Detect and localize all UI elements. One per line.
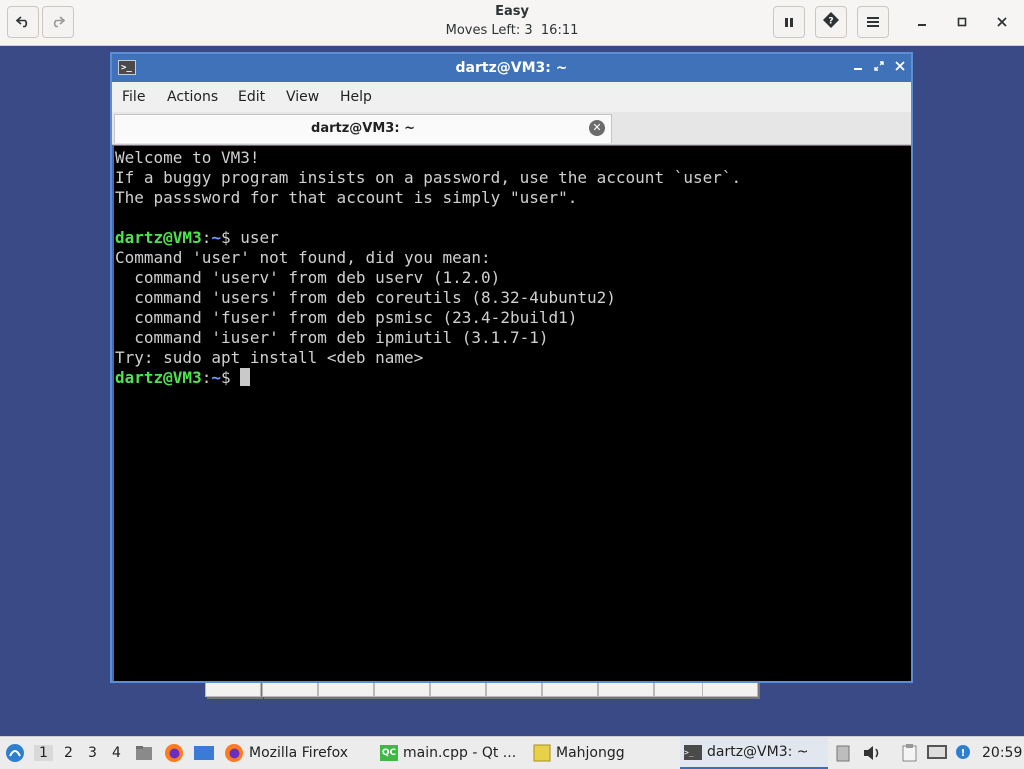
mahjongg-header-bar: Easy Moves Left: 3 16:11 ?: [0, 0, 1024, 46]
file-manager-icon: [136, 746, 152, 760]
output-line: Welcome to VM3!: [115, 148, 260, 167]
task-firefox[interactable]: Mozilla Firefox: [224, 737, 348, 769]
output-line: command 'fuser' from deb psmisc (23.4-2b…: [115, 308, 578, 327]
task-mahjongg[interactable]: Mahjongg: [533, 737, 625, 769]
game-timer: 16:11: [540, 23, 579, 38]
clipboard-icon: [836, 745, 850, 762]
terminal-tab[interactable]: dartz@VM3: ~ ✕: [114, 114, 612, 143]
clock[interactable]: 20:59: [982, 745, 1022, 761]
show-desktop-icon: [194, 746, 214, 760]
main-menu-button[interactable]: [857, 6, 889, 38]
taskbar: 1 2 3 4 Mozilla Firefox QC main.cpp - Qt…: [0, 736, 1024, 769]
moves-left-label: Moves Left:: [445, 23, 521, 38]
hint-button[interactable]: ?: [815, 6, 847, 38]
task-label: main.cpp - Qt ...: [403, 745, 517, 761]
file-manager-launcher[interactable]: [134, 743, 154, 767]
terminal-menubar: File Actions Edit View Help: [112, 82, 911, 112]
maximize-icon: [957, 17, 967, 27]
moves-left-value: 3: [524, 23, 533, 38]
minimize-icon: [854, 68, 862, 70]
output-line: Try: sudo apt install <deb name>: [115, 348, 424, 367]
prompt-user-host: dartz@VM3: [115, 228, 202, 247]
entered-command: user: [230, 228, 279, 247]
task-qt-creator[interactable]: QC main.cpp - Qt ...: [380, 737, 516, 769]
terminal-close-button[interactable]: [892, 60, 908, 76]
prompt-line: dartz@VM3:~$ user: [115, 228, 279, 247]
terminal-tabbar: dartz@VM3: ~ ✕: [112, 112, 911, 145]
pause-icon: [783, 13, 795, 32]
menu-edit[interactable]: Edit: [238, 89, 265, 105]
volume-icon: [864, 746, 879, 760]
workspace-1[interactable]: 1: [34, 745, 53, 761]
menu-actions[interactable]: Actions: [167, 89, 218, 105]
close-icon: [895, 61, 905, 71]
menu-view[interactable]: View: [286, 89, 319, 105]
output-line: The passsword for that account is simply…: [115, 188, 578, 207]
prompt-directory: ~: [211, 228, 221, 247]
output-line: If a buggy program insists on a password…: [115, 168, 742, 187]
menu-help[interactable]: Help: [340, 89, 372, 105]
window-close-button[interactable]: [990, 10, 1014, 34]
workspace-4[interactable]: 4: [112, 745, 121, 761]
update-notification-icon: !: [956, 745, 970, 759]
lubuntu-logo-icon: [6, 744, 24, 762]
terminal-maximize-button[interactable]: [871, 60, 887, 76]
window-maximize-button[interactable]: [950, 10, 974, 34]
output-line: Command 'user' not found, did you mean:: [115, 248, 491, 267]
prompt-line: dartz@VM3:~$: [114, 368, 911, 388]
prompt-user-host: dartz@VM3: [115, 368, 202, 387]
terminal-window: >_ dartz@VM3: ~ File Actions Edit View H…: [110, 52, 913, 683]
firefox-icon: [165, 744, 183, 762]
menu-file[interactable]: File: [122, 89, 145, 105]
text-cursor: [240, 368, 251, 386]
svg-text:?: ?: [828, 17, 833, 27]
task-label: dartz@VM3: ~: [707, 744, 809, 760]
task-label: Mahjongg: [556, 745, 625, 761]
app-menu-button[interactable]: [5, 743, 25, 767]
terminal-tab-label: dartz@VM3: ~: [311, 121, 415, 136]
terminal-icon: >_: [684, 744, 702, 760]
window-minimize-button[interactable]: [910, 10, 934, 34]
hint-icon: ?: [822, 11, 840, 33]
minimize-icon: [918, 24, 926, 26]
terminal-window-title: dartz@VM3: ~: [455, 60, 568, 76]
terminal-app-icon[interactable]: >_: [118, 60, 136, 75]
restore-icon: [874, 61, 884, 71]
svg-text:!: !: [961, 748, 966, 759]
prompt-symbol: $: [220, 368, 231, 387]
terminal-output[interactable]: Welcome to VM3! If a buggy program insis…: [114, 146, 911, 681]
firefox-launcher[interactable]: [164, 743, 184, 767]
pause-button[interactable]: [773, 6, 805, 38]
terminal-titlebar[interactable]: >_ dartz@VM3: ~: [112, 54, 911, 82]
task-terminal[interactable]: >_ dartz@VM3: ~: [680, 737, 828, 769]
output-line: command 'users' from deb coreutils (8.32…: [115, 288, 616, 307]
notes-icon: [902, 744, 917, 762]
prompt-symbol: $: [220, 228, 231, 247]
hamburger-menu-icon: [866, 13, 880, 32]
workspace-2[interactable]: 2: [64, 745, 73, 761]
output-line: command 'iuser' from deb ipmiutil (3.1.7…: [115, 328, 549, 347]
notes-tray-button[interactable]: [900, 743, 920, 767]
clipboard-tray-button[interactable]: [836, 744, 850, 766]
mahjongg-icon: [533, 744, 551, 762]
tab-close-icon[interactable]: ✕: [589, 120, 605, 136]
output-line: command 'userv' from deb userv (1.2.0): [115, 268, 501, 287]
workspace-3[interactable]: 3: [88, 745, 97, 761]
desktop-launcher[interactable]: [193, 744, 215, 766]
terminal-minimize-button[interactable]: [850, 60, 866, 76]
network-icon: [927, 745, 947, 759]
task-label: Mozilla Firefox: [249, 745, 349, 761]
network-tray-button[interactable]: [926, 744, 948, 766]
close-icon: [997, 17, 1007, 27]
updates-tray-button[interactable]: !: [954, 743, 972, 765]
volume-tray-button[interactable]: [862, 744, 882, 766]
qt-creator-icon: QC: [380, 745, 398, 761]
firefox-icon: [225, 744, 243, 762]
prompt-directory: ~: [211, 368, 221, 387]
